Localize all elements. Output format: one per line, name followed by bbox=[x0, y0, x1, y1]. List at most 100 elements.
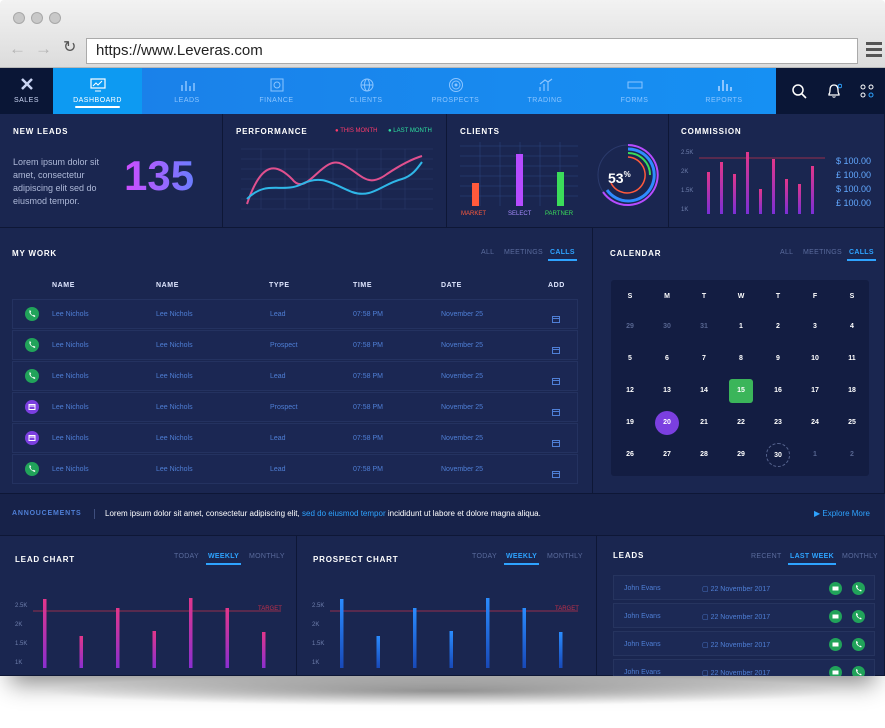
table-row[interactable]: Lee Nichols Lee Nichols Lead 07:58 PM Novemb… bbox=[12, 423, 578, 453]
nav-item-dashboard[interactable]: DASHBOARD bbox=[53, 68, 142, 114]
lead-tab-today[interactable]: TODAY bbox=[174, 553, 199, 560]
calendar-day[interactable]: 29 bbox=[618, 315, 642, 339]
calendar-day[interactable]: 15 bbox=[729, 379, 753, 403]
nav-item-trading[interactable]: TRADING bbox=[501, 68, 590, 114]
calendar-day[interactable]: 1 bbox=[803, 443, 827, 467]
bell-icon[interactable] bbox=[826, 83, 842, 99]
explore-more-link[interactable]: ▶ Explore More bbox=[814, 509, 870, 518]
calendar-day[interactable]: 4 bbox=[840, 315, 864, 339]
col-add[interactable]: ADD bbox=[548, 282, 565, 289]
calendar-day[interactable]: 21 bbox=[692, 411, 716, 435]
mail-icon[interactable] bbox=[829, 582, 842, 595]
prospect-tab-monthly[interactable]: MONTHLY bbox=[547, 553, 583, 560]
table-row[interactable]: Lee Nichols Lee Nichols Lead 07:58 PM Novemb… bbox=[12, 454, 578, 484]
apps-grid-icon[interactable] bbox=[860, 84, 875, 99]
cell-name[interactable]: Lee Nichols bbox=[52, 435, 89, 442]
nav-item-forms[interactable]: FORMS bbox=[590, 68, 679, 114]
calendar-day[interactable]: 28 bbox=[692, 443, 716, 467]
col-type[interactable]: TYPE bbox=[269, 282, 290, 289]
lead-name[interactable]: John Evans bbox=[624, 641, 661, 648]
add-calendar-icon[interactable] bbox=[552, 372, 560, 390]
cell-name-2[interactable]: Lee Nichols bbox=[156, 404, 193, 411]
tab-meetings[interactable]: MEETINGS bbox=[504, 249, 543, 256]
phone-icon[interactable] bbox=[25, 462, 39, 476]
nav-item-finance[interactable]: FINANCE bbox=[232, 68, 321, 114]
list-item[interactable]: John Evans ▢ 22 November 2017 bbox=[613, 575, 875, 600]
calendar-icon[interactable] bbox=[25, 431, 39, 445]
calendar-day[interactable]: 17 bbox=[803, 379, 827, 403]
cell-name-2[interactable]: Lee Nichols bbox=[156, 435, 193, 442]
cell-name[interactable]: Lee Nichols bbox=[52, 404, 89, 411]
calendar-tab-calls[interactable]: CALLS bbox=[847, 249, 876, 261]
cell-name-2[interactable]: Lee Nichols bbox=[156, 311, 193, 318]
calendar-day[interactable]: 30 bbox=[766, 443, 790, 467]
cell-name[interactable]: Lee Nichols bbox=[52, 373, 89, 380]
list-item[interactable]: John Evans ▢ 22 November 2017 bbox=[613, 631, 875, 656]
calendar-day[interactable]: 2 bbox=[766, 315, 790, 339]
leads-tab-last-week[interactable]: LAST WEEK bbox=[788, 553, 836, 565]
cell-name[interactable]: Lee Nichols bbox=[52, 311, 89, 318]
lead-tab-weekly[interactable]: WEEKLY bbox=[205, 553, 242, 565]
search-icon[interactable] bbox=[792, 84, 807, 99]
cell-name[interactable]: Lee Nichols bbox=[52, 342, 89, 349]
phone-icon[interactable] bbox=[852, 638, 865, 651]
calendar-day[interactable]: 27 bbox=[655, 443, 679, 467]
col-date[interactable]: DATE bbox=[441, 282, 462, 289]
maximize-window-dot[interactable] bbox=[49, 12, 61, 24]
calendar-day[interactable]: 30 bbox=[655, 315, 679, 339]
calendar-day[interactable]: 1 bbox=[729, 315, 753, 339]
minimize-window-dot[interactable] bbox=[31, 12, 43, 24]
reload-icon[interactable]: ↻ bbox=[63, 40, 76, 56]
nav-item-reports[interactable]: REPORTS bbox=[680, 68, 769, 114]
prospect-tab-weekly[interactable]: WEEKLY bbox=[503, 553, 540, 565]
calendar-day[interactable]: 29 bbox=[729, 443, 753, 467]
nav-item-clients[interactable]: CLIENTS bbox=[322, 68, 411, 114]
add-calendar-icon[interactable] bbox=[552, 341, 560, 359]
calendar-day[interactable]: 19 bbox=[618, 411, 642, 435]
calendar-day[interactable]: 25 bbox=[840, 411, 864, 435]
close-window-dot[interactable] bbox=[13, 12, 25, 24]
phone-icon[interactable] bbox=[25, 307, 39, 321]
table-row[interactable]: Lee Nichols Lee Nichols Lead 07:58 PM Novemb… bbox=[12, 361, 578, 391]
phone-icon[interactable] bbox=[25, 338, 39, 352]
calendar-day[interactable]: 23 bbox=[766, 411, 790, 435]
calendar-day[interactable]: 12 bbox=[618, 379, 642, 403]
lead-name[interactable]: John Evans bbox=[624, 585, 661, 592]
calendar-day[interactable]: 24 bbox=[803, 411, 827, 435]
col-name[interactable]: NAME bbox=[52, 282, 75, 289]
nav-item-prospects[interactable]: PROSPECTS bbox=[411, 68, 500, 114]
col-name-2[interactable]: NAME bbox=[156, 282, 179, 289]
phone-icon[interactable] bbox=[852, 666, 865, 676]
brand[interactable]: SALES bbox=[0, 68, 53, 114]
calendar-day[interactable]: 8 bbox=[729, 347, 753, 371]
calendar-tab-all[interactable]: ALL bbox=[780, 249, 793, 256]
cell-name-2[interactable]: Lee Nichols bbox=[156, 373, 193, 380]
calendar-day[interactable]: 22 bbox=[729, 411, 753, 435]
lead-name[interactable]: John Evans bbox=[624, 613, 661, 620]
phone-icon[interactable] bbox=[852, 610, 865, 623]
lead-tab-monthly[interactable]: MONTHLY bbox=[249, 553, 285, 560]
calendar-day[interactable]: 5 bbox=[618, 347, 642, 371]
back-arrow-icon[interactable]: ← bbox=[9, 40, 26, 57]
mail-icon[interactable] bbox=[829, 638, 842, 651]
phone-icon[interactable] bbox=[852, 582, 865, 595]
nav-item-leads[interactable]: LEADS bbox=[143, 68, 232, 114]
calendar-day[interactable]: 13 bbox=[655, 379, 679, 403]
calendar-tab-meetings[interactable]: MEETINGS bbox=[803, 249, 842, 256]
cell-name[interactable]: Lee Nichols bbox=[52, 466, 89, 473]
prospect-tab-today[interactable]: TODAY bbox=[472, 553, 497, 560]
leads-tab-recent[interactable]: RECENT bbox=[751, 553, 782, 560]
col-time[interactable]: TIME bbox=[353, 282, 372, 289]
table-row[interactable]: Lee Nichols Lee Nichols Prospect 07:58 PM No… bbox=[12, 330, 578, 360]
calendar-day[interactable]: 3 bbox=[803, 315, 827, 339]
mail-icon[interactable] bbox=[829, 610, 842, 623]
add-calendar-icon[interactable] bbox=[552, 434, 560, 452]
calendar-day[interactable]: 11 bbox=[840, 347, 864, 371]
cell-name-2[interactable]: Lee Nichols bbox=[156, 466, 193, 473]
mail-icon[interactable] bbox=[829, 666, 842, 676]
calendar-icon[interactable] bbox=[25, 400, 39, 414]
list-item[interactable]: John Evans ▢ 22 November 2017 bbox=[613, 603, 875, 628]
forward-arrow-icon[interactable]: → bbox=[35, 40, 52, 57]
calendar-day[interactable]: 16 bbox=[766, 379, 790, 403]
table-row[interactable]: Lee Nichols Lee Nichols Prospect 07:58 PM No… bbox=[12, 392, 578, 422]
